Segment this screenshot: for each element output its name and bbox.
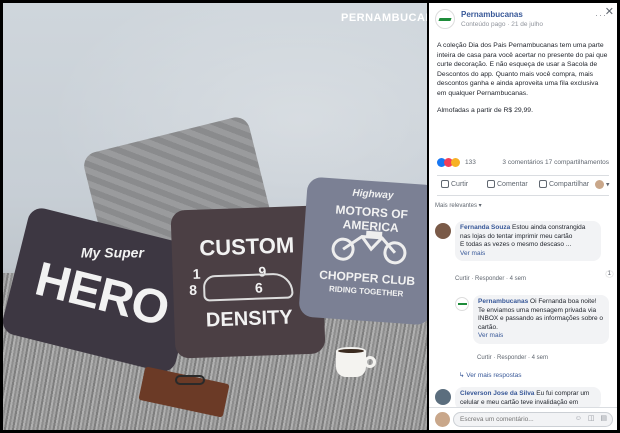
- comment-bubble: Fernanda Souza Estou ainda constrangida …: [455, 221, 601, 262]
- reply-page-avatar[interactable]: [455, 297, 469, 311]
- comment-author-link[interactable]: Fernanda Souza: [460, 224, 510, 231]
- divider: [437, 195, 609, 196]
- comment-reaction-badge[interactable]: 1: [605, 271, 613, 277]
- motorcycle-illustration: [331, 230, 407, 265]
- comment-label: Comentar: [497, 180, 528, 188]
- comment-composer: ☺ ◫ ▤: [429, 407, 617, 430]
- reaction-count[interactable]: 133: [465, 159, 476, 166]
- profile-switch-button[interactable]: ▾: [595, 180, 609, 189]
- share-icon: [539, 180, 547, 188]
- car-illustration: [202, 272, 294, 302]
- thumbs-up-icon: [441, 180, 449, 188]
- post-panel: Pernambucanas Conteúdo pago · 21 de julh…: [429, 3, 617, 430]
- hero-pillow-small-text: My Super: [80, 244, 144, 261]
- more-replies-link[interactable]: ↳ Ver mais respostas: [459, 371, 522, 379]
- post-price-text: Almofadas a partir de R$ 29,99.: [437, 107, 533, 114]
- brand-logo-icon: [438, 18, 452, 21]
- motors-pillow: Highway MOTORS OF AMERICA CHOPPER CLUB R…: [298, 176, 427, 326]
- like-button[interactable]: Curtir: [441, 180, 468, 188]
- post-meta: Conteúdo pago · 21 de julho: [461, 21, 544, 28]
- reply-text: Oi Fernanda boa noite!: [528, 298, 597, 305]
- profile-avatar-icon: [595, 180, 604, 189]
- close-icon[interactable]: ✕: [605, 5, 614, 18]
- screen-frame: My Super HERO CUSTOM 19 86 DENSITY Highw…: [0, 0, 620, 433]
- see-more-link[interactable]: Ver mais: [460, 250, 485, 257]
- commenter-avatar[interactable]: [435, 389, 451, 405]
- post-photo[interactable]: My Super HERO CUSTOM 19 86 DENSITY Highw…: [3, 3, 427, 430]
- see-more-link[interactable]: Ver mais: [478, 332, 503, 339]
- share-button[interactable]: Compartilhar: [539, 180, 589, 188]
- coffee-cup-rim: [336, 347, 366, 355]
- comment-share-stats[interactable]: 3 comentários 17 compartilhamentos: [502, 159, 609, 166]
- comment-author-link[interactable]: Cleverson Jose da Silva: [460, 390, 534, 397]
- post-actions: Curtir Comentar Compartilhar ▾: [435, 178, 611, 192]
- like-label: Curtir: [451, 180, 469, 188]
- share-label: Compartilhar: [549, 180, 590, 188]
- comment-icon: [487, 180, 495, 188]
- glasses: [175, 375, 205, 385]
- current-user-avatar: [435, 412, 450, 427]
- post-text: A coleção Dia dos Pais Pernambucanas tem…: [437, 42, 608, 97]
- reactions-bar: 133 3 comentários 17 compartilhamentos: [437, 158, 609, 170]
- composer-icons[interactable]: ☺ ◫ ▤: [575, 414, 609, 422]
- comment-actions[interactable]: Curtir · Responder · 4 sem: [455, 276, 526, 282]
- custom-pillow-bottom-text: DENSITY: [205, 306, 293, 332]
- brand-watermark: PERNAMBUCANAS: [341, 12, 427, 24]
- comment-button[interactable]: Comentar: [487, 180, 528, 188]
- reply-bubble: Pernambucanas Oi Fernanda boa noite! Te …: [473, 295, 609, 344]
- comment-text-continued: E todas as vezes o mesmo descaso ...: [460, 241, 572, 249]
- chevron-down-icon: ▾: [605, 181, 610, 189]
- hero-pillow-big-text: HERO: [30, 252, 174, 337]
- commenter-avatar[interactable]: [435, 223, 451, 239]
- custom-pillow-top-text: CUSTOM: [198, 232, 295, 261]
- comment-sort-dropdown[interactable]: Mais relevantes ▾: [435, 202, 482, 209]
- reply-author-link[interactable]: Pernambucanas: [478, 298, 528, 305]
- reply-text-continued: Te enviamos uma mensagem privada via INB…: [478, 306, 604, 331]
- divider: [437, 175, 609, 176]
- coffee-cup-handle: [364, 356, 376, 368]
- page-name-link[interactable]: Pernambucanas: [461, 10, 523, 19]
- brand-logo-icon: [458, 303, 467, 305]
- wow-reaction-icon: [451, 158, 460, 167]
- post-header: Pernambucanas Conteúdo pago · 21 de julh…: [435, 5, 614, 33]
- reply-actions[interactable]: Curtir · Responder · 4 sem: [477, 355, 548, 361]
- page-avatar[interactable]: [435, 9, 455, 29]
